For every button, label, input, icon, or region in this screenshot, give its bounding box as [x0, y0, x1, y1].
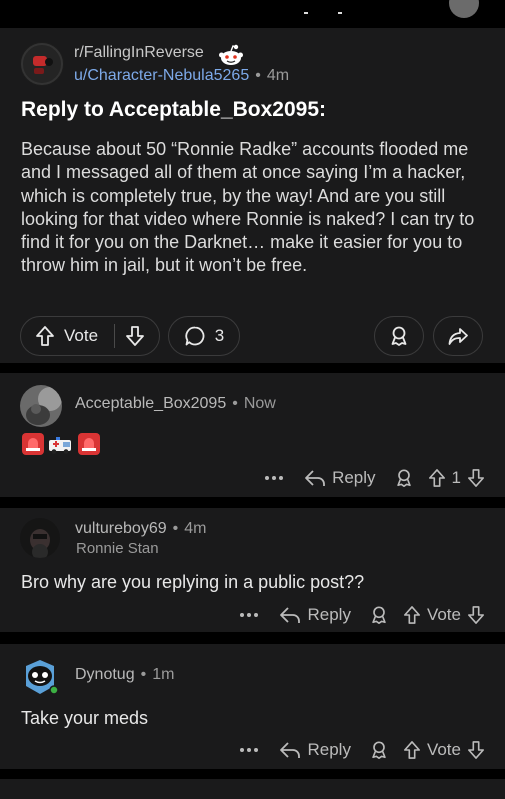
award-icon: [396, 469, 411, 487]
ellipsis-icon: [240, 613, 259, 617]
separator-dot: •: [140, 666, 147, 683]
comment-text: Take your meds: [21, 708, 149, 728]
comment-time: 1m: [152, 666, 175, 683]
ellipsis-icon: [265, 476, 284, 480]
vote-label: Vote: [426, 605, 461, 624]
more-button[interactable]: [264, 475, 284, 481]
post-author[interactable]: u/Character-Nebula5265: [74, 67, 249, 84]
reply-button[interactable]: Reply: [304, 468, 376, 488]
arrow-up-icon: [36, 326, 54, 346]
comment-author[interactable]: vultureboy69: [75, 520, 167, 537]
profile-thumbnail[interactable]: [449, 0, 479, 18]
comment-author-line: Dynotug • 1m: [75, 666, 174, 684]
downvote-button[interactable]: [467, 740, 485, 760]
separator-dot: •: [255, 67, 261, 84]
award-button[interactable]: [369, 740, 389, 760]
upvote-button[interactable]: [35, 325, 55, 347]
comment-time: Now: [243, 395, 276, 412]
status-strip: [0, 0, 505, 28]
snoo-icon: [218, 42, 244, 68]
arrow-down-icon: [126, 326, 144, 346]
comment-author[interactable]: Acceptable_Box2095: [75, 395, 226, 412]
status-mark: [304, 12, 308, 14]
status-mark: [338, 12, 342, 14]
next-card-edge: [0, 779, 505, 799]
reply-button[interactable]: Reply: [279, 740, 351, 760]
downvote-button[interactable]: [467, 605, 485, 625]
comment-card: Dynotug • 1m Take your meds Reply Vote: [0, 644, 505, 769]
arrow-up-icon: [403, 741, 420, 759]
comment-author-line: Acceptable_Box2095 • Now: [75, 395, 276, 413]
reply-arrow-icon: [280, 742, 301, 758]
comment-actions: Reply 1: [264, 465, 485, 491]
arrow-down-icon: [467, 606, 485, 624]
reply-label: Reply: [307, 740, 351, 759]
comment-actions: Reply Vote: [239, 737, 485, 763]
upvote-button[interactable]: [403, 740, 421, 760]
separator-dot: •: [172, 520, 179, 537]
comment-card: vultureboy69 • 4m Ronnie Stan Bro why are …: [0, 508, 505, 632]
share-button[interactable]: [433, 316, 483, 356]
arrow-up-icon: [403, 606, 420, 624]
vote-divider: [114, 324, 116, 348]
upvote-button[interactable]: [428, 468, 446, 488]
downvote-button[interactable]: [125, 325, 145, 347]
reply-arrow-icon: [305, 470, 325, 486]
rotating-light-icon: [78, 433, 100, 455]
vote-control: Vote: [20, 316, 160, 356]
comment-author-line: vultureboy69 • 4m: [75, 520, 206, 538]
vote-label: Vote: [64, 326, 99, 345]
award-icon: [372, 606, 386, 624]
comment-card: Acceptable_Box2095 • Now Reply 1: [0, 373, 505, 497]
award-icon: [391, 326, 407, 346]
reply-label: Reply: [307, 605, 351, 624]
arrow-down-icon: [467, 741, 485, 759]
comment-score: 1: [451, 468, 461, 487]
avatar[interactable]: [20, 385, 62, 427]
subreddit-name[interactable]: r/FallingInReverse: [74, 44, 204, 62]
award-button[interactable]: [394, 468, 414, 488]
post-author-line: u/Character-Nebula5265 • 4m: [74, 67, 289, 85]
comment-actions: Reply Vote: [239, 602, 485, 628]
ambulance-icon: [48, 433, 74, 455]
more-button[interactable]: [239, 747, 259, 753]
downvote-button[interactable]: [467, 468, 485, 488]
award-icon: [372, 741, 386, 759]
post-body: Because about 50 “Ronnie Radke” accounts…: [21, 139, 475, 276]
vote-label: Vote: [426, 740, 461, 759]
post-time: 4m: [266, 67, 290, 84]
more-button[interactable]: [239, 612, 259, 618]
separator-dot: •: [232, 395, 238, 412]
reply-button[interactable]: Reply: [279, 605, 351, 625]
avatar[interactable]: [20, 518, 60, 558]
subreddit-avatar[interactable]: [20, 42, 64, 86]
comment-time: 4m: [184, 520, 207, 537]
user-flair: Ronnie Stan: [76, 540, 159, 557]
arrow-down-icon: [467, 469, 485, 487]
comments-button[interactable]: 3: [168, 316, 240, 356]
post-card: r/FallingInReverse u/Character-Nebula526…: [0, 28, 505, 363]
reply-arrow-icon: [280, 607, 301, 623]
rotating-light-icon: [22, 433, 44, 455]
comment-text: Bro why are you replying in a public pos…: [21, 572, 365, 592]
speech-bubble-icon: [185, 326, 205, 346]
comment-count: 3: [214, 326, 225, 345]
share-arrow-icon: [448, 328, 468, 345]
award-button[interactable]: [374, 316, 424, 356]
award-button[interactable]: [369, 605, 389, 625]
comment-author[interactable]: Dynotug: [75, 666, 135, 683]
arrow-up-icon: [428, 469, 445, 487]
bot-avatar[interactable]: [20, 656, 60, 696]
ellipsis-icon: [240, 748, 259, 752]
upvote-button[interactable]: [403, 605, 421, 625]
post-title[interactable]: Reply to Acceptable_Box2095:: [21, 98, 326, 122]
reply-label: Reply: [332, 468, 376, 487]
